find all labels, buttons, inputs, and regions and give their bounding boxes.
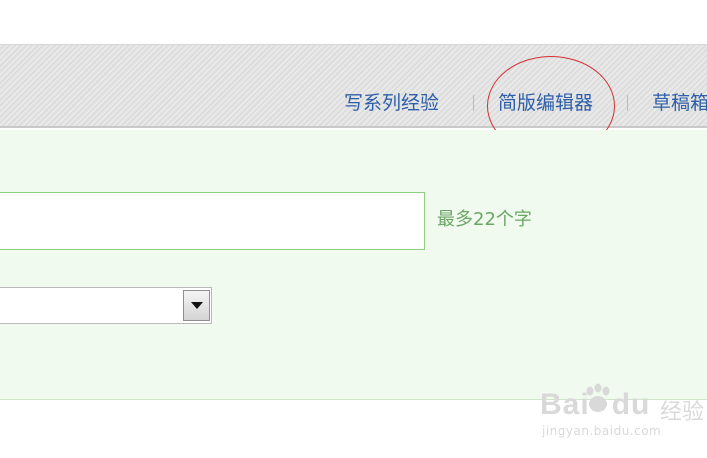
simple-editor-link[interactable]: 简版编辑器 bbox=[498, 91, 593, 115]
paw-icon bbox=[586, 383, 610, 412]
watermark-product: 经验 bbox=[660, 400, 705, 425]
baidu-jingyan-watermark: Bai du 经验 jingyan.baidu.com bbox=[540, 380, 704, 444]
watermark-url: jingyan.baidu.com bbox=[542, 424, 662, 438]
editor-page: 写系列经验 简版编辑器 草稿箱 最多22个字 Bai du 经验 jingyan.… bbox=[0, 0, 707, 458]
toolbar-separator bbox=[473, 95, 474, 111]
article-form: 最多22个字 bbox=[0, 130, 707, 400]
editor-toolbar: 写系列经验 简版编辑器 草稿箱 bbox=[0, 44, 707, 128]
dropdown-button[interactable] bbox=[183, 290, 210, 321]
drafts-link[interactable]: 草稿箱 bbox=[652, 91, 707, 115]
title-length-hint: 最多22个字 bbox=[437, 209, 532, 230]
chevron-down-icon bbox=[191, 302, 203, 309]
toolbar-separator bbox=[627, 95, 628, 111]
category-select[interactable] bbox=[0, 287, 212, 324]
write-series-link[interactable]: 写系列经验 bbox=[344, 91, 439, 115]
title-input[interactable] bbox=[0, 192, 425, 250]
